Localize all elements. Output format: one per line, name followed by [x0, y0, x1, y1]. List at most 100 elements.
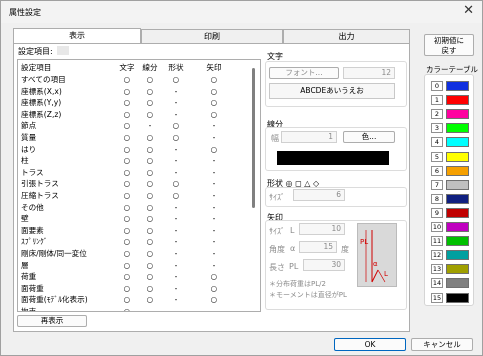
list-cell-text: ○: [123, 272, 131, 282]
font-preview: ABCDEあいうえお: [269, 83, 395, 99]
arrow-angle-field[interactable]: 15: [299, 241, 337, 253]
line-width-field[interactable]: 1: [281, 131, 337, 143]
cancel-button[interactable]: キャンセル: [411, 338, 473, 351]
reset-defaults-button[interactable]: 初期値に 戻す: [424, 34, 474, 56]
list-cell-line: ○: [146, 283, 154, 293]
list-item[interactable]: 引張トラス ○ ○ ○ -: [18, 178, 250, 190]
line-color-button[interactable]: 色...: [343, 131, 395, 143]
close-icon[interactable]: ✕: [463, 4, 474, 18]
list-cell-item: 壁: [21, 214, 29, 224]
list-item[interactable]: 面要素 ○ ○ - -: [18, 225, 250, 237]
list-cell-shape: -: [174, 156, 178, 166]
list-cell-shape: -: [174, 202, 178, 212]
arrow-diagram-icon: [365, 230, 386, 283]
list-cell-item: 柱: [21, 156, 29, 166]
list-item[interactable]: 節点 ○ - ○ -: [18, 120, 250, 132]
list-item[interactable]: 座標系(Z,z) ○ ○ - ○: [18, 109, 250, 121]
color-swatch[interactable]: [446, 292, 469, 303]
list-cell-line: ○: [146, 225, 154, 235]
tab-display[interactable]: 表示: [13, 28, 141, 44]
color-swatch[interactable]: [446, 250, 469, 261]
list-cell-text: ○: [123, 225, 131, 235]
ok-button[interactable]: OK: [334, 338, 406, 351]
color-swatch[interactable]: [446, 207, 469, 218]
list-item[interactable]: 壁 ○ ○ - -: [18, 213, 250, 225]
color-index: 12: [431, 250, 443, 261]
color-swatch[interactable]: [446, 179, 469, 190]
list-cell-arrow: ○: [210, 75, 218, 84]
font-size-field[interactable]: 12: [343, 67, 395, 79]
list-cell-shape: -: [174, 144, 178, 154]
color-swatch[interactable]: [446, 222, 469, 232]
list-cell-line: ○: [146, 144, 154, 154]
window-title: 属性設定: [9, 8, 41, 17]
color-swatch[interactable]: [446, 278, 469, 289]
list-cell-text: ○: [123, 307, 131, 312]
color-swatch[interactable]: [446, 236, 469, 247]
list-cell-item: すべての項目: [21, 75, 66, 84]
color-swatch[interactable]: [446, 264, 469, 275]
color-swatch[interactable]: [446, 151, 469, 162]
list-item[interactable]: 圧縮トラス ○ ○ ○ -: [18, 190, 250, 202]
font-button[interactable]: フォント...: [269, 67, 339, 79]
list-cell-line: ○: [146, 237, 154, 247]
arrow-note-1: ＊分布荷重はPL/2: [269, 280, 326, 288]
list-cell-item: 層: [21, 260, 29, 270]
list-item[interactable]: 座標系(Y,y) ○ ○ - ○: [18, 97, 250, 109]
list-cell-text: ○: [123, 260, 131, 270]
list-item[interactable]: 層 ○ ○ - -: [18, 260, 250, 272]
diagram-l-label: L: [384, 270, 388, 278]
tab-print[interactable]: 印刷: [141, 29, 283, 44]
list-item[interactable]: 質量 ○ ○ ○ -: [18, 132, 250, 144]
tab-output[interactable]: 出力: [283, 29, 410, 44]
list-cell-item: 座標系(Y,y): [21, 98, 62, 108]
list-item[interactable]: 面荷重 ○ ○ - ○: [18, 283, 250, 295]
arrow-length-field[interactable]: 30: [303, 259, 345, 271]
list-item[interactable]: 荷重 ○ ○ - ○: [18, 271, 250, 283]
list-cell-shape: ○: [172, 191, 180, 200]
redisplay-button[interactable]: 再表示: [17, 315, 87, 327]
color-swatch[interactable]: [446, 165, 469, 176]
color-index: 8: [431, 193, 443, 204]
settings-list[interactable]: 設定項目 文字 線分 形状 矢印 すべての項目 ○ ○ ○ ○ 座標系(X,x) ○ ○ - ○ 座…: [17, 59, 261, 312]
list-cell-text: ○: [123, 237, 131, 247]
list-header: 設定項目 文字 線分 形状 矢印: [18, 62, 250, 74]
list-cell-text: ○: [123, 75, 131, 84]
color-swatch[interactable]: [446, 123, 469, 134]
color-swatch[interactable]: [446, 109, 469, 120]
arrow-angle-suffix: 度: [341, 245, 349, 254]
list-cell-text: ○: [123, 167, 131, 177]
list-cell-arrow: -: [212, 237, 216, 247]
list-scrollbar[interactable]: [252, 68, 255, 208]
list-cell-shape: ○: [172, 121, 180, 131]
color-index: 5: [431, 151, 443, 162]
color-swatch[interactable]: [446, 81, 469, 91]
color-swatch[interactable]: [446, 137, 469, 148]
list-item[interactable]: 剛床/剛体/同一変位 ○ ○ - -: [18, 248, 250, 260]
color-index: 10: [431, 222, 443, 232]
color-swatch[interactable]: [446, 193, 469, 204]
color-index: 14: [431, 278, 443, 289]
list-item[interactable]: ｽﾌﾟﾘﾝｸﾞ ○ ○ - -: [18, 236, 250, 248]
list-cell-item: 剛床/剛体/同一変位: [21, 249, 87, 258]
list-item[interactable]: その他 ○ ○ - -: [18, 202, 250, 214]
list-cell-text: ○: [123, 191, 131, 200]
list-item[interactable]: 座標系(X,x) ○ ○ - ○: [18, 86, 250, 98]
color-swatch[interactable]: [446, 95, 469, 106]
list-item[interactable]: 拘束 ○ - - -: [18, 306, 250, 312]
list-item[interactable]: はり ○ ○ - ○: [18, 144, 250, 156]
list-cell-shape: ○: [172, 75, 180, 84]
list-item[interactable]: トラス ○ ○ - -: [18, 167, 250, 179]
header-shape: 形状: [168, 63, 184, 72]
list-cell-text: ○: [123, 98, 131, 108]
shape-size-field[interactable]: 6: [293, 189, 345, 201]
tab-display-label: 表示: [69, 31, 85, 40]
list-item[interactable]: 柱 ○ ○ - -: [18, 155, 250, 167]
list-item[interactable]: すべての項目 ○ ○ ○ ○: [18, 74, 250, 86]
arrow-size-field[interactable]: 10: [299, 223, 345, 235]
line-color-preview: [277, 151, 389, 165]
list-cell-arrow: -: [212, 191, 216, 200]
list-cell-arrow: ○: [210, 295, 218, 305]
list-item[interactable]: 面荷重(ﾓﾃﾞﾙ化表示) ○ ○ - ○: [18, 294, 250, 306]
list-cell-shape: -: [174, 260, 178, 270]
